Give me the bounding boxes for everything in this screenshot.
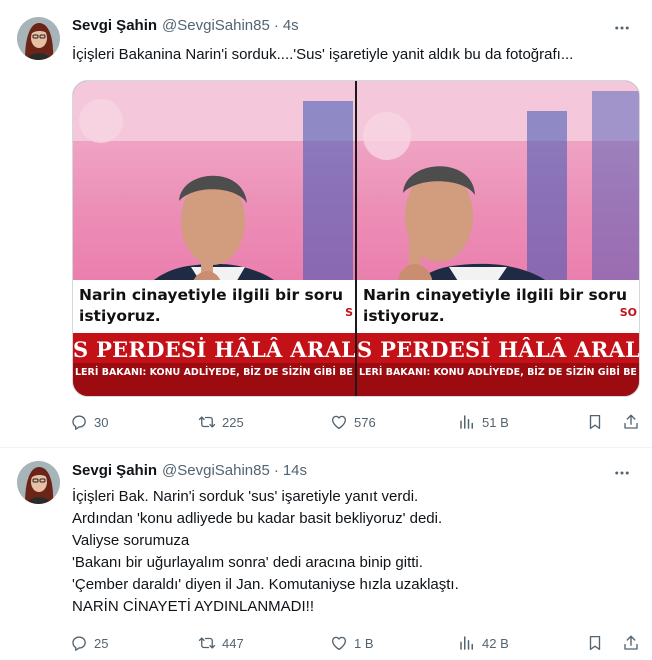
author-handle[interactable]: @SevgiSahin85 xyxy=(162,16,270,36)
corner-tag: SO xyxy=(619,306,637,319)
tweet-text: İçişleri Bakanina Narin'i sorduk....'Sus… xyxy=(72,46,574,63)
corner-tag: S xyxy=(345,306,353,319)
author-handle[interactable]: @SevgiSahin85 xyxy=(162,461,270,481)
reply-icon xyxy=(72,415,86,430)
reply-icon xyxy=(72,636,86,651)
like-count: 576 xyxy=(354,414,376,430)
author-name[interactable]: Sevgi Şahin xyxy=(72,16,157,36)
like-icon xyxy=(331,415,347,430)
views-button[interactable]: 51 B xyxy=(458,410,509,434)
like-button[interactable]: 1 B xyxy=(330,631,374,655)
share-icon xyxy=(624,635,638,650)
reply-button[interactable]: 30 xyxy=(70,410,108,434)
repost-icon xyxy=(198,637,216,649)
tweet-media[interactable]: Narin cinayetiyle ilgili bir soru istiyo… xyxy=(72,80,640,397)
repost-button[interactable]: 447 xyxy=(198,631,244,655)
more-icon[interactable] xyxy=(612,18,632,38)
views-icon xyxy=(460,415,473,429)
tweet-text-line: NARİN CİNAYETİ AYDINLANMADI!! xyxy=(72,598,314,615)
tweet-text-line: 'Çember daraldı' diyen il Jan. Komutaniy… xyxy=(72,576,459,593)
reply-button[interactable]: 25 xyxy=(70,631,108,655)
video-caption-line1: Narin cinayetiyle ilgili bir soru xyxy=(79,286,344,304)
views-button[interactable]: 42 B xyxy=(458,631,509,655)
tweet-text-line: İçişleri Bak. Narin'i sorduk 'sus' işare… xyxy=(72,488,419,505)
tweet-header: Sevgi Şahin @SevgiSahin85 · 14s xyxy=(72,461,307,481)
separator: · xyxy=(273,462,279,479)
repost-button[interactable]: 225 xyxy=(198,410,244,434)
reply-count: 25 xyxy=(94,635,109,651)
share-icon xyxy=(624,414,638,429)
avatar[interactable] xyxy=(17,461,60,504)
tweet-actions: 25 447 1 B 42 B xyxy=(66,631,642,655)
bookmark-icon xyxy=(589,414,601,430)
author-name[interactable]: Sevgi Şahin xyxy=(72,461,157,481)
views-count: 51 B xyxy=(482,414,509,430)
avatar[interactable] xyxy=(17,17,60,60)
tweet[interactable]: Sevgi Şahin @SevgiSahin85 · 14s İçişleri… xyxy=(0,449,652,660)
share-button[interactable] xyxy=(622,631,640,655)
bookmark-button[interactable] xyxy=(586,631,604,655)
news-ticker: LERİ BAKANI: KONU ADLİYEDE, BİZ DE SİZİN… xyxy=(75,367,353,378)
tweet-actions: 30 225 576 51 B xyxy=(66,410,642,434)
video-caption-line1: Narin cinayetiyle ilgili bir soru xyxy=(363,286,628,304)
timestamp[interactable]: 14s xyxy=(283,461,307,481)
bookmark-button[interactable] xyxy=(586,410,604,434)
video-caption-line2: istiyoruz. xyxy=(79,307,161,325)
news-ticker: LERİ BAKANI: KONU ADLİYEDE, BİZ DE SİZİN… xyxy=(359,367,637,378)
separator: · xyxy=(273,17,279,34)
tweet-text-line: Ardından 'konu adliyede bu kadar basit b… xyxy=(72,510,443,527)
video-frame-right: Narin cinayetiyle ilgili bir soru istiyo… xyxy=(357,81,639,396)
share-button[interactable] xyxy=(622,410,640,434)
views-icon xyxy=(460,636,473,650)
bookmark-icon xyxy=(589,635,601,651)
like-count: 1 B xyxy=(354,635,374,651)
views-count: 42 B xyxy=(482,635,509,651)
more-icon[interactable] xyxy=(612,463,632,483)
repost-icon xyxy=(198,416,216,428)
tweet-header: Sevgi Şahin @SevgiSahin85 · 4s xyxy=(72,16,299,36)
video-frame-left: Narin cinayetiyle ilgili bir soru istiyo… xyxy=(73,81,355,396)
video-caption-line2: istiyoruz. xyxy=(363,307,445,325)
tweet[interactable]: Sevgi Şahin @SevgiSahin85 · 4s İçişleri … xyxy=(0,0,652,448)
reply-count: 30 xyxy=(94,414,109,430)
tweet-text-line: Valiyse sorumuza xyxy=(72,532,190,549)
like-icon xyxy=(331,636,347,651)
repost-count: 225 xyxy=(222,414,244,430)
tweet-text-line: 'Bakanı bir uğurlayalım sonra' dedi arac… xyxy=(72,554,423,571)
repost-count: 447 xyxy=(222,635,244,651)
timestamp[interactable]: 4s xyxy=(283,16,299,36)
news-headline: S PERDESİ HÂLÂ ARALANA xyxy=(357,337,639,362)
like-button[interactable]: 576 xyxy=(330,410,376,434)
news-headline: S PERDESİ HÂLÂ ARALANAI xyxy=(73,337,355,362)
tweet-text: İçişleri Bak. Narin'i sorduk 'sus' işare… xyxy=(72,486,638,618)
